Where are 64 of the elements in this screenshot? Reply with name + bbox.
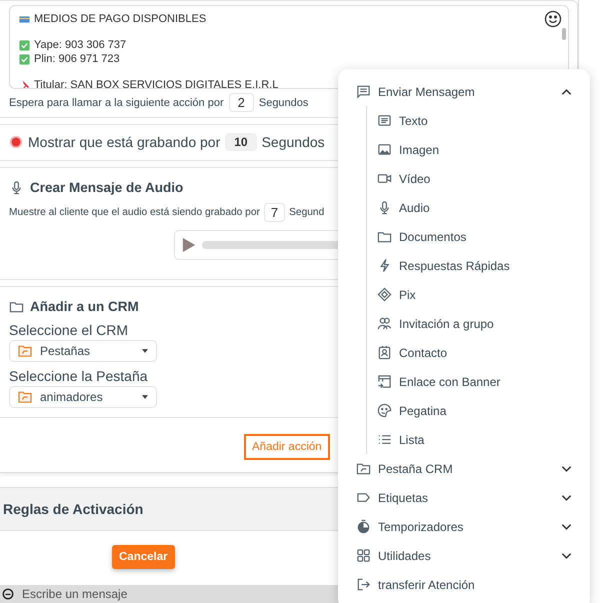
folder-icon xyxy=(18,391,32,403)
message-line: Yape: 903 306 737 xyxy=(34,38,126,52)
submenu-item[interactable]: Audio xyxy=(367,193,590,222)
unit-label: Segundos xyxy=(262,134,325,150)
folder-icon xyxy=(9,299,24,314)
timer-icon xyxy=(356,519,371,534)
sticker-icon xyxy=(377,403,392,418)
submenu-item[interactable]: Lista xyxy=(367,425,590,454)
submenu-item[interactable]: Invitación a grupo xyxy=(367,309,590,338)
label-icon xyxy=(356,490,371,505)
exit-icon xyxy=(356,577,371,592)
submenu-item[interactable]: Documentos xyxy=(367,222,590,251)
contact-card-icon xyxy=(377,345,392,360)
checkmark-icon xyxy=(19,40,30,50)
message-input[interactable]: Escribe un mensaje xyxy=(22,587,128,601)
folder-icon xyxy=(377,229,392,244)
submenu-item[interactable]: Contacto xyxy=(367,338,590,367)
list-icon xyxy=(377,432,392,447)
submenu-item[interactable]: Enlace con Banner xyxy=(367,367,590,396)
audio-title: Crear Mensaje de Audio xyxy=(30,180,184,195)
message-line: Plin: 906 971 723 xyxy=(34,52,120,66)
message-line: Titular: SAN BOX SERVICIOS DIGITALES E.I.R.L xyxy=(34,78,278,88)
submenu-item[interactable]: Respuestas Rápidas xyxy=(367,251,590,280)
recording-label: Mostrar que está grabando por xyxy=(28,134,220,150)
dropdown[interactable]: animadores xyxy=(9,386,157,408)
scrollbar[interactable] xyxy=(562,28,566,40)
audio-label: Muestre al cliente que el audio está siendo grabado por xyxy=(9,207,260,218)
field-label: Seleccione el CRM xyxy=(9,322,128,338)
folder-icon xyxy=(18,345,32,357)
submenu-item[interactable]: Pix xyxy=(367,280,590,309)
menu-item[interactable]: Utilidades xyxy=(338,541,590,570)
grid-icon xyxy=(356,548,371,563)
submenu-item[interactable]: Pegatina xyxy=(367,396,590,425)
record-icon xyxy=(9,135,23,149)
video-camera-icon xyxy=(377,171,392,186)
dropdown[interactable]: Pestañas xyxy=(9,340,157,362)
message-line: MEDIOS DE PAGO DISPONIBLES xyxy=(34,12,206,26)
audio-seconds-field[interactable]: 7 xyxy=(264,203,286,222)
microphone-icon xyxy=(377,200,392,215)
image-icon xyxy=(377,142,392,157)
folder-icon xyxy=(356,461,371,476)
text-icon xyxy=(377,113,392,128)
caret-icon xyxy=(142,349,148,353)
submenu-item[interactable]: Texto xyxy=(367,106,590,135)
wait-seconds-field[interactable]: 2 xyxy=(228,93,254,112)
menu-item[interactable]: transferir Atención xyxy=(338,570,590,599)
submenu-item[interactable]: Imagen xyxy=(367,135,590,164)
credit-card-icon xyxy=(19,14,30,24)
menu-item[interactable]: Pestaña CRM xyxy=(338,454,590,483)
microphone-icon xyxy=(9,180,24,195)
people-icon xyxy=(377,316,392,331)
checkmark-icon xyxy=(19,54,30,64)
unit-label: Segund xyxy=(289,207,324,218)
caret-icon xyxy=(142,395,148,399)
message-icon xyxy=(356,84,371,99)
wait-label: Espera para llamar a la siguiente acción por xyxy=(9,96,224,108)
diamond-icon xyxy=(377,287,392,302)
field-label: Seleccione la Pestaña xyxy=(9,368,148,384)
unit-label: Segundos xyxy=(258,96,308,108)
submenu-item[interactable]: Vídeo xyxy=(367,164,590,193)
recording-seconds-field[interactable]: 10 xyxy=(225,133,257,151)
crm-title: Añadir a un CRM xyxy=(30,299,139,314)
play-icon[interactable] xyxy=(182,237,196,253)
banner-link-icon xyxy=(377,374,392,389)
